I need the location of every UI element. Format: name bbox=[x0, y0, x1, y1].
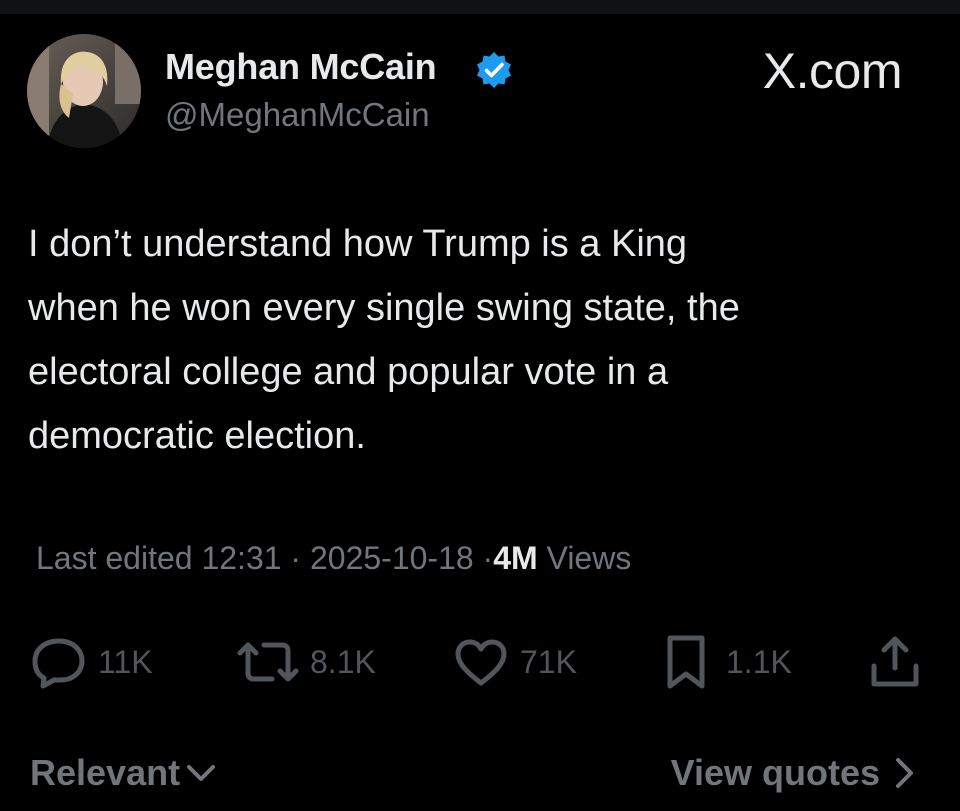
bookmark-count: 1.1K bbox=[726, 643, 792, 680]
tweet-line: I don’t understand how Trump is a King bbox=[28, 223, 688, 265]
like-button[interactable]: 71K bbox=[452, 622, 577, 702]
heart-icon bbox=[455, 639, 507, 686]
tweet-line: when he won every single swing state, th… bbox=[28, 287, 740, 329]
sort-label: Relevant bbox=[30, 752, 181, 793]
view-quotes-label: View quotes bbox=[670, 752, 880, 793]
chevron-down-icon bbox=[187, 765, 216, 781]
author-display-name[interactable]: Meghan McCain bbox=[165, 46, 437, 88]
share-button[interactable] bbox=[866, 622, 924, 702]
bookmark-icon bbox=[667, 635, 705, 689]
edited-label[interactable]: Last edited bbox=[36, 540, 193, 576]
tweet-date[interactable]: 2025-10-18 bbox=[310, 540, 474, 576]
share-icon bbox=[871, 636, 919, 687]
site-label: X.com bbox=[762, 43, 903, 99]
reply-count: 11K bbox=[98, 643, 153, 680]
meta-separator: · bbox=[290, 540, 302, 576]
action-bar: 11K 8.1K 71K 1.1K bbox=[0, 622, 960, 702]
tweet-time[interactable]: 12:31 bbox=[201, 540, 281, 576]
author-handle[interactable]: @MeghanMcCain bbox=[165, 96, 430, 134]
meta-separator: · bbox=[482, 540, 494, 576]
repost-button[interactable]: 8.1K bbox=[232, 622, 376, 702]
like-count: 71K bbox=[520, 643, 577, 680]
bookmark-button[interactable]: 1.1K bbox=[660, 622, 792, 702]
views-count: 4M bbox=[493, 540, 538, 576]
tweet-meta: Last edited 12:31 · 2025-10-18 ·4M Views bbox=[36, 540, 631, 577]
repost-icon bbox=[237, 642, 299, 682]
view-quotes-link[interactable]: View quotes bbox=[671, 752, 918, 794]
verified-badge-icon bbox=[474, 50, 514, 90]
repost-count: 8.1K bbox=[310, 643, 376, 680]
sort-replies-dropdown[interactable]: Relevant bbox=[30, 752, 218, 794]
tweet-text: I don’t understand how Trump is a King w… bbox=[28, 212, 908, 468]
reply-icon bbox=[32, 638, 85, 689]
avatar[interactable] bbox=[27, 34, 141, 148]
views-label: Views bbox=[546, 540, 632, 576]
chevron-right-icon bbox=[896, 758, 913, 788]
reply-button[interactable]: 11K bbox=[30, 622, 153, 702]
tweet-line: electoral college and popular vote in a bbox=[28, 351, 669, 393]
tweet-line: democratic election. bbox=[28, 415, 366, 457]
top-edge-bar bbox=[0, 0, 960, 14]
